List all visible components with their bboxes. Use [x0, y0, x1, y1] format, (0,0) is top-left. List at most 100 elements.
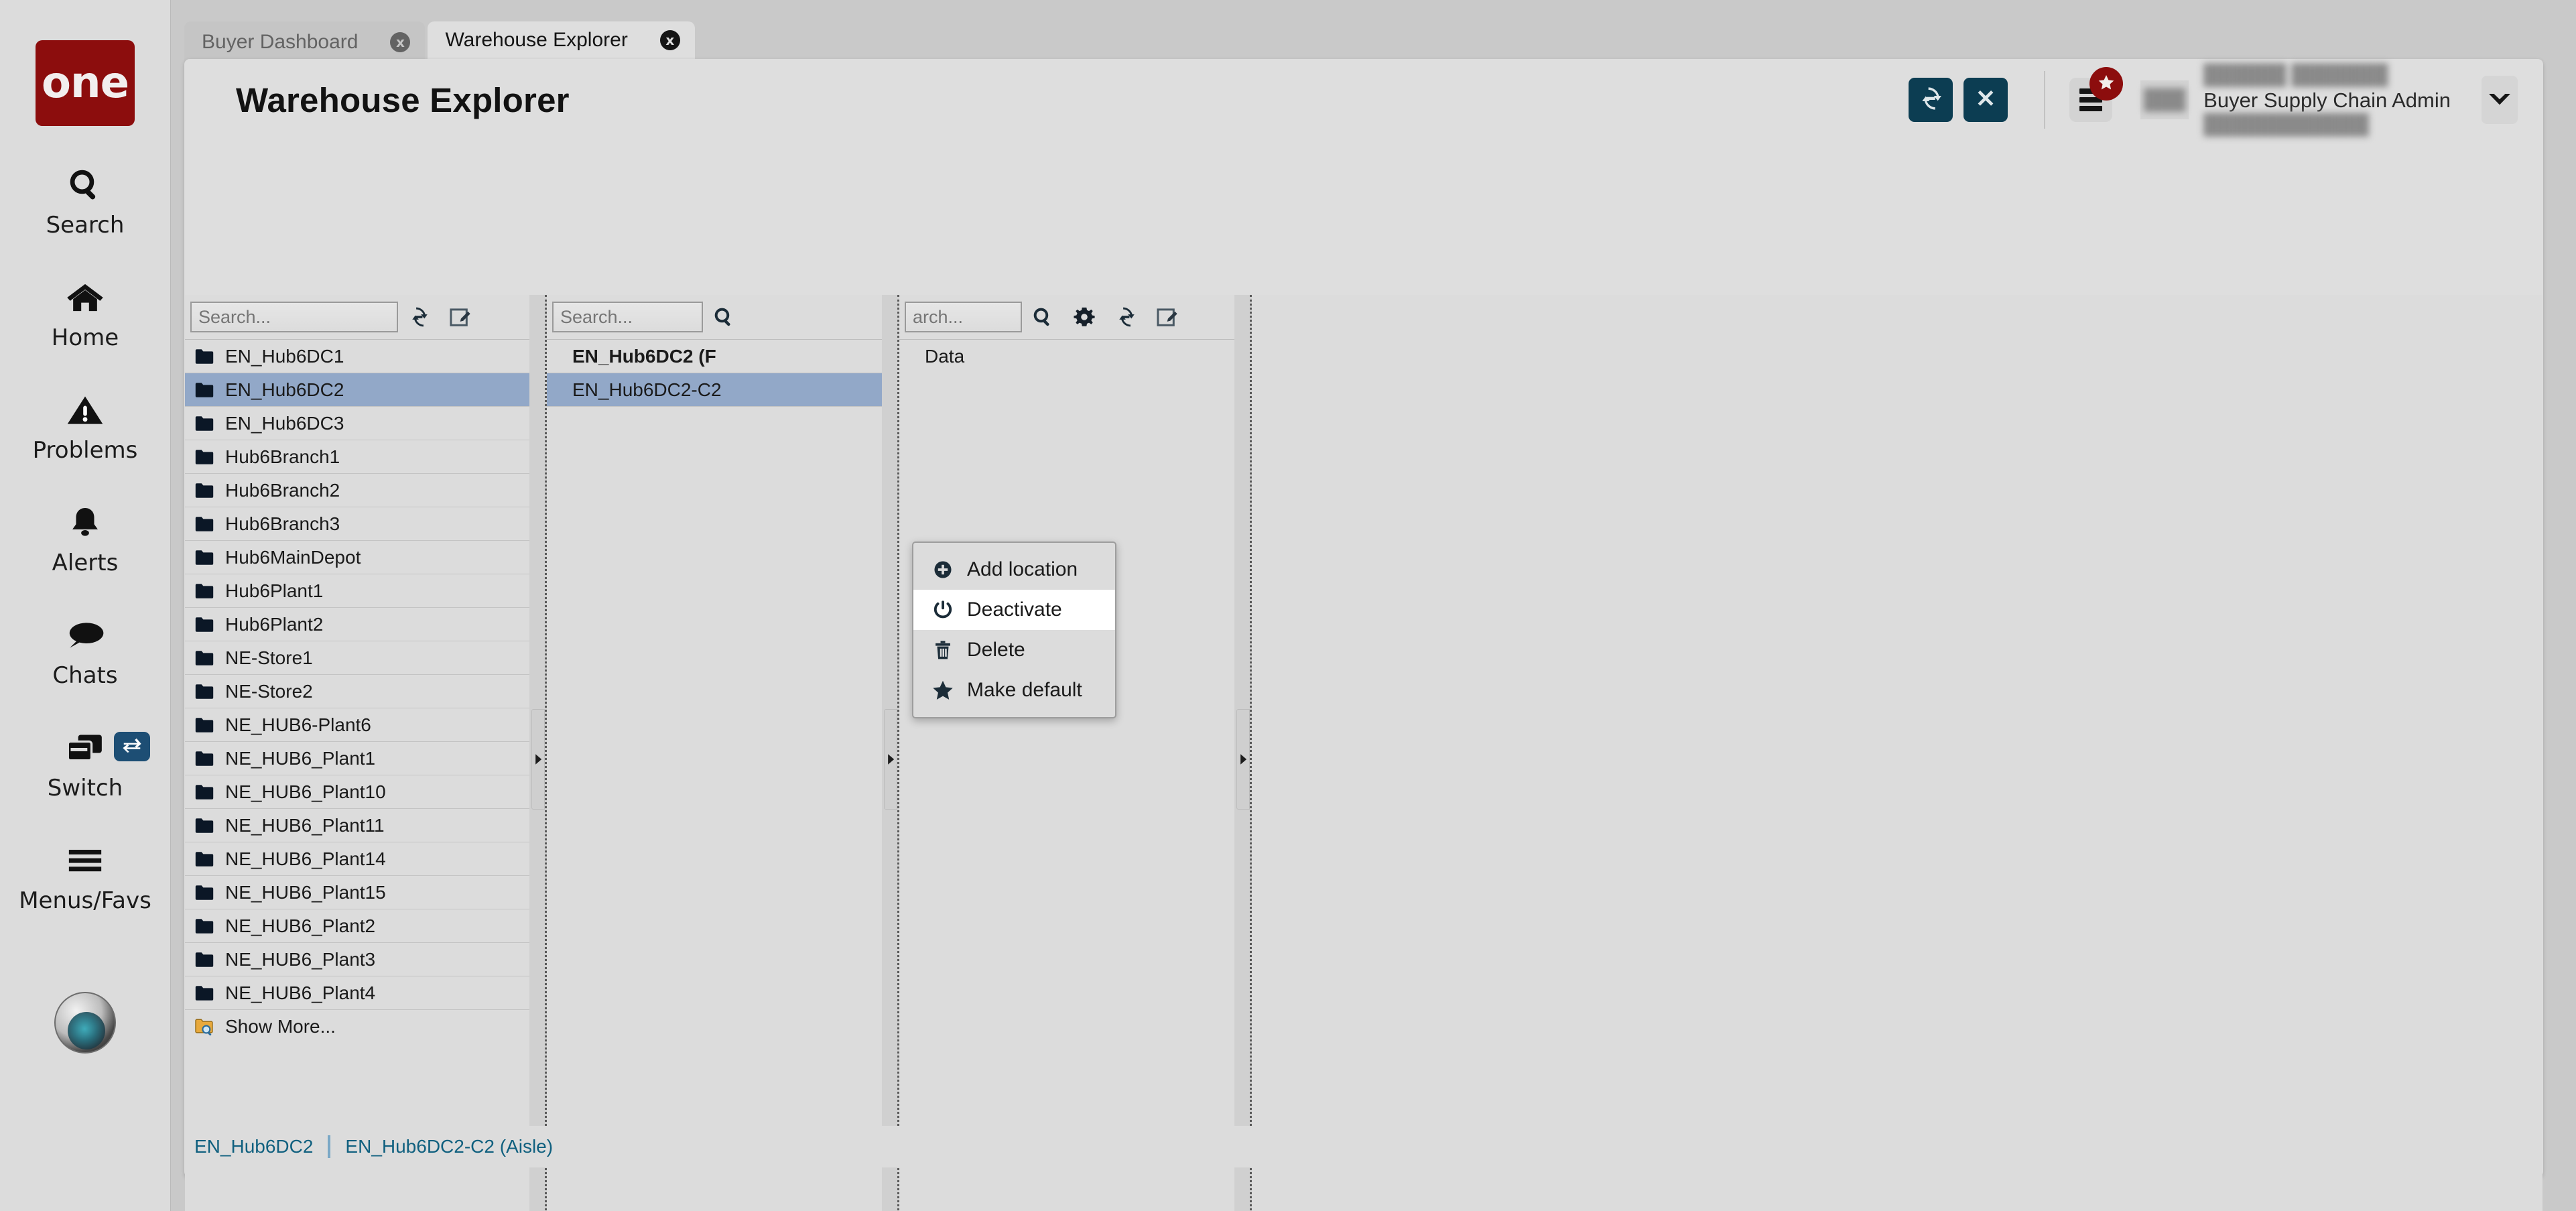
sidebar-item-search[interactable]: Search — [0, 164, 171, 239]
table-row[interactable]: Hub6Branch3 — [185, 507, 529, 541]
folder-icon — [194, 751, 214, 767]
refresh-icon[interactable] — [398, 298, 440, 336]
switch-toggle-badge[interactable] — [113, 732, 150, 761]
folder-icon — [194, 617, 214, 633]
table-row[interactable]: Hub6Branch1 — [185, 440, 529, 474]
refresh-icon[interactable] — [1105, 298, 1147, 336]
tab-label: Warehouse Explorer — [445, 29, 628, 51]
switch-windows-icon — [66, 726, 105, 769]
assistant-avatar[interactable] — [54, 992, 116, 1054]
breadcrumb-item-0[interactable]: EN_Hub6DC2 — [194, 1136, 313, 1157]
context-menu-item-make-default[interactable]: Make default — [913, 670, 1115, 710]
splitter-1[interactable] — [529, 295, 547, 1211]
table-row[interactable]: EN_Hub6DC2 — [185, 373, 529, 407]
table-row[interactable]: EN_Hub6DC1 — [185, 340, 529, 373]
gear-icon[interactable] — [1064, 298, 1105, 336]
context-menu-item-delete[interactable]: Delete — [913, 630, 1115, 670]
page-header: Warehouse Explorer ███ ██████ ███████ Bu… — [184, 59, 2543, 141]
list-item-label: NE_HUB6_Plant2 — [225, 915, 376, 936]
search-input[interactable] — [190, 302, 398, 332]
sidebar-label-home: Home — [51, 324, 119, 351]
user-name-redacted: ██████ ███████ — [2203, 64, 2388, 86]
table-row[interactable]: Hub6Plant2 — [185, 608, 529, 641]
close-button[interactable] — [1963, 78, 2008, 122]
list-item-label: EN_Hub6DC3 — [225, 412, 344, 434]
refresh-button[interactable] — [1909, 78, 1953, 122]
folder-icon — [194, 583, 214, 599]
search-icon[interactable] — [1022, 298, 1064, 336]
table-row[interactable]: Hub6Plant1 — [185, 574, 529, 608]
list-item-label: NE_HUB6_Plant10 — [225, 781, 386, 802]
one-network-logo[interactable]: one — [36, 40, 135, 126]
user-menu[interactable]: ███ ██████ ███████ Buyer Supply Chain Ad… — [2140, 64, 2451, 135]
panel3-toolbar — [899, 295, 1234, 339]
explorer-panels: EN_Hub6DC1 EN_Hub6DC2 EN_Hub6DC3 Hub6Branch… — [185, 295, 2542, 1211]
table-row[interactable]: NE_HUB6_Plant4 — [185, 976, 529, 1010]
context-menu-label: Deactivate — [967, 598, 1062, 621]
edit-icon[interactable] — [1147, 298, 1188, 336]
avatar: ███ — [2140, 80, 2189, 119]
star-badge — [2089, 67, 2124, 101]
panel2-toolbar — [547, 295, 882, 339]
context-menu-item-add-location[interactable]: Add location — [913, 550, 1115, 590]
context-menu-label: Add location — [967, 558, 1078, 580]
header-divider — [2044, 71, 2046, 129]
folder-icon — [194, 684, 214, 700]
show-more-button[interactable]: Show More... — [185, 1010, 529, 1043]
application-window: one Search Home Problems Alerts Chats Sw… — [0, 0, 2576, 1211]
sidebar-item-problems[interactable]: Problems — [0, 389, 171, 464]
context-menu-item-deactivate[interactable]: Deactivate — [913, 590, 1115, 630]
folder-icon — [194, 416, 214, 432]
panel-detail-empty — [1252, 295, 2542, 1211]
search-icon[interactable] — [703, 298, 745, 336]
table-row[interactable]: EN_Hub6DC2-C2 — [547, 373, 882, 407]
table-row[interactable]: NE_HUB6_Plant1 — [185, 742, 529, 775]
breadcrumb-item-1[interactable]: EN_Hub6DC2-C2 (Aisle) — [345, 1136, 553, 1157]
sidebar-item-switch[interactable]: Switch — [0, 726, 171, 802]
table-row[interactable]: Data — [899, 340, 1234, 373]
panel3-list: Data — [899, 339, 1234, 373]
table-row[interactable]: NE-Store1 — [185, 641, 529, 675]
tab-label: Buyer Dashboard — [202, 31, 359, 53]
tab-close-icon[interactable]: x — [390, 32, 411, 52]
search-input[interactable] — [552, 302, 703, 332]
table-row[interactable]: NE_HUB6_Plant14 — [185, 842, 529, 876]
list-item-label: EN_Hub6DC2 (F — [572, 345, 716, 367]
list-item-label: EN_Hub6DC2 — [225, 379, 344, 400]
table-row[interactable]: NE_HUB6_Plant3 — [185, 943, 529, 976]
folder-icon — [194, 348, 214, 365]
context-menu: Add location Deactivate Delete Make defa… — [912, 541, 1116, 718]
sidebar-item-chats[interactable]: Chats — [0, 614, 171, 689]
folder-icon — [194, 717, 214, 733]
table-row[interactable]: NE_HUB6-Plant6 — [185, 708, 529, 742]
table-row[interactable]: NE_HUB6_Plant2 — [185, 909, 529, 943]
table-row[interactable]: Hub6MainDepot — [185, 541, 529, 574]
folder-icon — [194, 449, 214, 465]
tab-buyer-dashboard[interactable]: Buyer Dashboard x — [184, 21, 426, 63]
table-row[interactable]: Hub6Branch2 — [185, 474, 529, 507]
table-row[interactable]: NE_HUB6_Plant10 — [185, 775, 529, 809]
sidebar-item-home[interactable]: Home — [0, 276, 171, 351]
splitter-2[interactable] — [882, 295, 899, 1211]
table-row[interactable]: NE_HUB6_Plant15 — [185, 876, 529, 909]
table-row[interactable]: NE_HUB6_Plant11 — [185, 809, 529, 842]
menus-favs-button[interactable] — [2069, 67, 2124, 122]
tab-warehouse-explorer[interactable]: Warehouse Explorer x — [428, 21, 695, 63]
folder-icon — [194, 650, 214, 666]
table-row[interactable]: EN_Hub6DC3 — [185, 407, 529, 440]
table-row[interactable]: EN_Hub6DC2 (F — [547, 340, 882, 373]
table-row[interactable]: NE-Store2 — [185, 675, 529, 708]
sidebar-item-alerts[interactable]: Alerts — [0, 501, 171, 576]
tab-close-icon[interactable]: x — [659, 30, 680, 50]
splitter-3[interactable] — [1234, 295, 1252, 1211]
search-input[interactable] — [905, 302, 1022, 332]
folder-icon — [194, 784, 214, 800]
user-email-redacted: ████████████ — [2203, 113, 2369, 135]
sidebar-item-menus-favs[interactable]: Menus/Favs — [0, 839, 171, 914]
splitter-3-handle[interactable] — [1236, 709, 1250, 810]
splitter-1-handle[interactable] — [531, 709, 545, 810]
user-menu-chevron-down-icon[interactable] — [2482, 76, 2518, 124]
folder-icon — [194, 382, 214, 398]
edit-icon[interactable] — [440, 298, 481, 336]
splitter-2-handle[interactable] — [884, 709, 897, 810]
